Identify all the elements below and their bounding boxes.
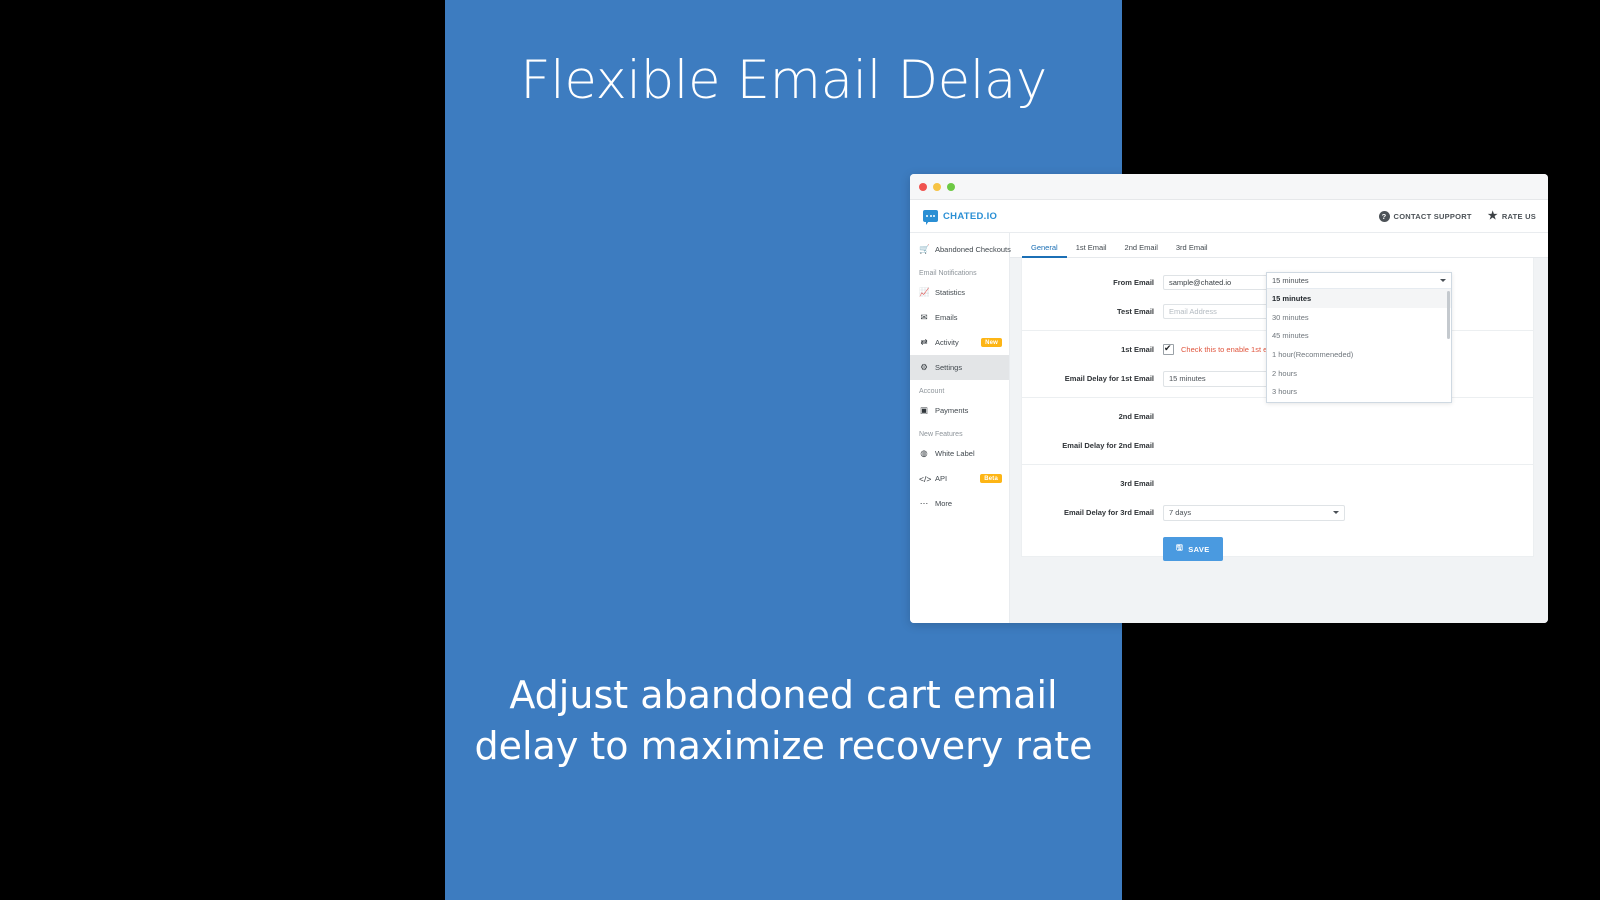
- window-minimize-button[interactable]: [933, 182, 941, 191]
- delay-1st-label: Email Delay for 1st Email: [1064, 374, 1154, 383]
- dropdown-scrollbar[interactable]: [1447, 291, 1450, 339]
- dropdown-option[interactable]: 2 hours: [1267, 364, 1451, 383]
- enable-1st-email-checkbox[interactable]: [1163, 343, 1174, 355]
- floppy-icon: 🖫: [1176, 543, 1184, 552]
- sidebar-item-statistics[interactable]: 📈 Statistics: [910, 280, 1009, 305]
- dropdown-option[interactable]: 30 minutes: [1267, 308, 1451, 327]
- second-email-row: 2nd Email: [1022, 402, 1533, 431]
- sidebar-group-new-features: New Features: [919, 431, 963, 438]
- delay-2nd-row: Email Delay for 2nd Email: [1022, 431, 1533, 460]
- tab-2nd-email[interactable]: 2nd Email: [1116, 243, 1167, 257]
- contact-support-label: CONTACT SUPPORT: [1393, 211, 1472, 221]
- sidebar-group-email-notifications: Email Notifications: [919, 270, 977, 277]
- tab-bar: General 1st Email 2nd Email 3rd Email: [1010, 233, 1548, 258]
- chart-icon: 📈: [919, 287, 930, 297]
- window-close-button[interactable]: [919, 182, 927, 191]
- delay-3rd-row: Email Delay for 3rd Email 7 days: [1022, 498, 1533, 527]
- sidebar-item-white-label[interactable]: ◍ White Label: [910, 441, 1009, 466]
- window-titlebar: [910, 174, 1548, 200]
- sidebar-item-label: Payments: [935, 406, 969, 415]
- dropdown-option[interactable]: 15 minutes: [1267, 289, 1451, 308]
- second-email-label: 2nd Email: [1118, 412, 1154, 421]
- star-icon: ★: [1487, 209, 1498, 222]
- browser-window: CHATED.IO ? CONTACT SUPPORT ★ RATE US 🛒 …: [910, 174, 1548, 623]
- app-body: 🛒 Abandoned Checkouts Email Notification…: [910, 233, 1548, 623]
- test-email-label: Test Email: [1117, 307, 1154, 316]
- sidebar-item-settings[interactable]: ⚙ Settings: [910, 355, 1009, 380]
- delay-1st-value: 15 minutes: [1169, 374, 1206, 383]
- beta-badge: Beta: [980, 474, 1002, 483]
- card-icon: ▣: [919, 405, 929, 415]
- tab-3rd-email[interactable]: 3rd Email: [1167, 243, 1217, 257]
- tab-1st-email[interactable]: 1st Email: [1067, 243, 1116, 257]
- gear-icon: ⚙: [920, 362, 928, 372]
- sidebar-item-abandoned-checkouts[interactable]: 🛒 Abandoned Checkouts: [910, 237, 1011, 262]
- rate-us-label: RATE US: [1501, 211, 1536, 221]
- divider: [1022, 464, 1533, 465]
- cart-icon: 🛒: [919, 244, 930, 254]
- dropdown-selected-display[interactable]: 15 minutes: [1267, 273, 1451, 289]
- caption-line-2: delay to maximize recovery rate: [474, 724, 1093, 769]
- question-circle-icon: ?: [1378, 210, 1390, 222]
- header-links: ? CONTACT SUPPORT ★ RATE US: [1378, 209, 1536, 222]
- sidebar-item-label: Abandoned Checkouts: [935, 245, 1011, 254]
- settings-panel: From Email sample@chated.io i Test Email…: [1021, 258, 1534, 561]
- dropdown-option-list[interactable]: 15 minutes 30 minutes 45 minutes 1 hour(…: [1267, 289, 1451, 402]
- rate-us-link[interactable]: ★ RATE US: [1487, 209, 1536, 222]
- sidebar-item-more[interactable]: ⋯ More: [910, 491, 1009, 516]
- page-title: Flexible Email Delay: [520, 50, 1047, 111]
- globe-icon: ◍: [920, 448, 928, 458]
- save-button[interactable]: 🖫 SAVE: [1163, 537, 1223, 561]
- dropdown-option[interactable]: 3 hours: [1267, 382, 1451, 401]
- chat-bubble-icon: [923, 210, 938, 225]
- sidebar-item-label: Activity: [935, 338, 959, 347]
- code-icon: </>: [919, 473, 932, 484]
- sidebar-item-label: API: [935, 474, 948, 483]
- delay-1st-dropdown[interactable]: 15 minutes 15 minutes 30 minutes 45 minu…: [1266, 272, 1452, 403]
- from-email-label: From Email: [1113, 278, 1154, 287]
- app-logo[interactable]: CHATED.IO: [923, 210, 998, 225]
- content-area: General 1st Email 2nd Email 3rd Email Fr…: [1010, 233, 1548, 623]
- sidebar-item-label: More: [935, 499, 953, 508]
- sidebar-item-api[interactable]: </> API Beta: [910, 466, 1009, 491]
- save-label: SAVE: [1188, 544, 1210, 554]
- screenshot-stage: Flexible Email Delay CHATED.IO ? CONTACT…: [0, 0, 1600, 900]
- promo-caption: Adjust abandoned cart email delay to max…: [445, 670, 1122, 773]
- dropdown-selected-value: 15 minutes: [1272, 276, 1309, 285]
- dropdown-option[interactable]: 45 minutes: [1267, 326, 1451, 345]
- new-badge: New: [981, 338, 1002, 347]
- chevron-down-icon: [1440, 279, 1446, 282]
- delay-2nd-label: Email Delay for 2nd Email: [1062, 441, 1154, 450]
- third-email-label: 3rd Email: [1120, 479, 1154, 488]
- sidebar-item-activity[interactable]: ⇄ Activity New: [910, 330, 1009, 355]
- exchange-icon: ⇄: [920, 337, 928, 347]
- caption-line-1: Adjust abandoned cart email: [509, 673, 1058, 717]
- app-header: CHATED.IO ? CONTACT SUPPORT ★ RATE US: [910, 200, 1548, 233]
- sidebar-item-label: Settings: [935, 363, 963, 372]
- sidebar: 🛒 Abandoned Checkouts Email Notification…: [910, 233, 1011, 623]
- promo-panel: Flexible Email Delay CHATED.IO ? CONTACT…: [445, 0, 1548, 900]
- chevron-down-icon: [1333, 511, 1339, 514]
- sidebar-item-label: White Label: [935, 449, 975, 458]
- sidebar-item-label: Statistics: [935, 288, 966, 297]
- window-maximize-button[interactable]: [947, 182, 955, 191]
- sidebar-item-payments[interactable]: ▣ Payments: [910, 398, 1009, 423]
- logo-wordmark: CHATED.IO: [943, 210, 998, 222]
- delay-3rd-label: Email Delay for 3rd Email: [1063, 508, 1154, 517]
- contact-support-link[interactable]: ? CONTACT SUPPORT: [1378, 210, 1472, 222]
- delay-3rd-value: 7 days: [1169, 508, 1192, 517]
- first-email-label: 1st Email: [1121, 345, 1154, 354]
- ellipsis-icon: ⋯: [919, 498, 929, 508]
- sidebar-item-emails[interactable]: ✉ Emails: [910, 305, 1009, 330]
- delay-3rd-select[interactable]: 7 days: [1163, 504, 1345, 521]
- sidebar-item-label: Emails: [935, 313, 958, 322]
- sidebar-group-account: Account: [919, 388, 945, 395]
- envelope-icon: ✉: [920, 312, 928, 322]
- third-email-row: 3rd Email: [1022, 469, 1533, 498]
- dropdown-option[interactable]: 1 hour(Recommeneded): [1267, 345, 1451, 364]
- tab-general[interactable]: General: [1022, 243, 1067, 258]
